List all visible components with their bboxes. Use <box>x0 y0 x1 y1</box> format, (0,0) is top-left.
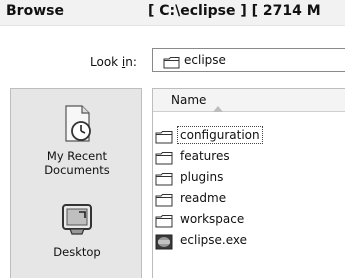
folder-icon <box>155 150 173 169</box>
place-label: My Recent <box>46 149 108 163</box>
item-name: plugins <box>180 170 224 184</box>
item-name: configuration <box>177 126 263 144</box>
folder-icon <box>155 192 173 211</box>
column-header-label: Name <box>171 93 207 107</box>
item-name: readme <box>180 191 227 205</box>
places-bar: My Recent Documents Desktop <box>10 88 142 278</box>
look-in-value: eclipse <box>184 53 226 67</box>
item-name: eclipse.exe <box>180 233 248 247</box>
title-bar[interactable]: Browse [ C:\eclipse ] [ 2714 M <box>0 0 345 26</box>
browse-dialog: Browse [ C:\eclipse ] [ 2714 M Look in: … <box>0 0 345 278</box>
place-my-recent-documents[interactable]: My Recent Documents <box>11 103 143 177</box>
place-desktop[interactable]: Desktop <box>11 199 143 259</box>
look-in-label: Look in: <box>90 55 137 69</box>
sort-ascending-icon <box>213 97 223 116</box>
place-label: Documents <box>44 163 110 177</box>
file-list[interactable]: Name configuration features plugins read… <box>152 88 345 278</box>
path-title: [ C:\eclipse ] [ 2714 M <box>148 3 321 19</box>
recent-documents-icon <box>11 103 143 149</box>
dialog-title: Browse <box>6 3 64 19</box>
item-name: features <box>180 149 230 163</box>
folder-icon <box>155 213 173 232</box>
eclipse-exe-icon <box>155 234 173 254</box>
item-name: workspace <box>180 212 245 226</box>
folder-icon <box>163 54 180 73</box>
column-header-name[interactable]: Name <box>153 89 345 112</box>
folder-icon <box>155 171 173 190</box>
look-in-dropdown[interactable]: eclipse <box>152 48 345 72</box>
desktop-icon <box>11 199 143 245</box>
place-label: Desktop <box>53 245 101 259</box>
folder-icon <box>155 129 173 148</box>
